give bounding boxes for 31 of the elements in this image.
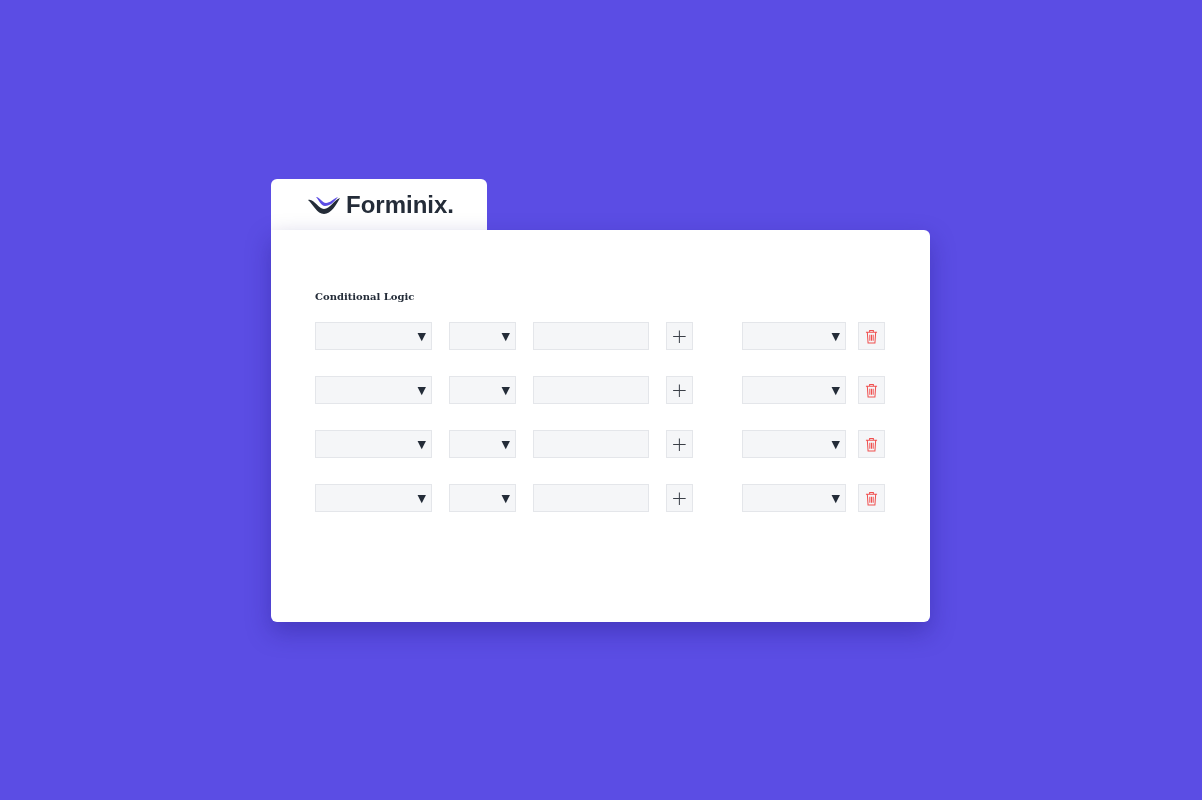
add-button[interactable]: + xyxy=(666,430,693,458)
operator-dropdown[interactable]: ▼ xyxy=(449,376,516,404)
field-dropdown[interactable]: ▼ xyxy=(315,376,432,404)
operator-dropdown[interactable]: ▼ xyxy=(449,322,516,350)
field-dropdown[interactable]: ▼ xyxy=(315,484,432,512)
action-dropdown[interactable]: ▼ xyxy=(742,376,846,404)
trash-icon xyxy=(865,436,878,452)
trash-icon xyxy=(865,382,878,398)
value-input-field[interactable] xyxy=(533,430,649,458)
trash-icon xyxy=(865,328,878,344)
wave-logo-icon xyxy=(306,194,342,215)
action-dropdown[interactable]: ▼ xyxy=(742,484,846,512)
delete-button[interactable] xyxy=(858,484,885,512)
delete-button[interactable] xyxy=(858,430,885,458)
trash-icon xyxy=(865,490,878,506)
action-dropdown[interactable]: ▼ xyxy=(742,430,846,458)
delete-button[interactable] xyxy=(858,322,885,350)
field-dropdown[interactable]: ▼ xyxy=(315,322,432,350)
brand-name: Forminix. xyxy=(346,190,454,219)
operator-dropdown[interactable]: ▼ xyxy=(449,484,516,512)
value-input-field[interactable] xyxy=(533,322,649,350)
add-button[interactable]: + xyxy=(666,376,693,404)
value-input-field[interactable] xyxy=(533,484,649,512)
field-dropdown[interactable]: ▼ xyxy=(315,430,432,458)
add-button[interactable]: + xyxy=(666,322,693,350)
operator-dropdown[interactable]: ▼ xyxy=(449,430,516,458)
delete-button[interactable] xyxy=(858,376,885,404)
value-input-field[interactable] xyxy=(533,376,649,404)
action-dropdown[interactable]: ▼ xyxy=(742,322,846,350)
section-title: Conditional Logic xyxy=(315,291,416,302)
add-button[interactable]: + xyxy=(666,484,693,512)
